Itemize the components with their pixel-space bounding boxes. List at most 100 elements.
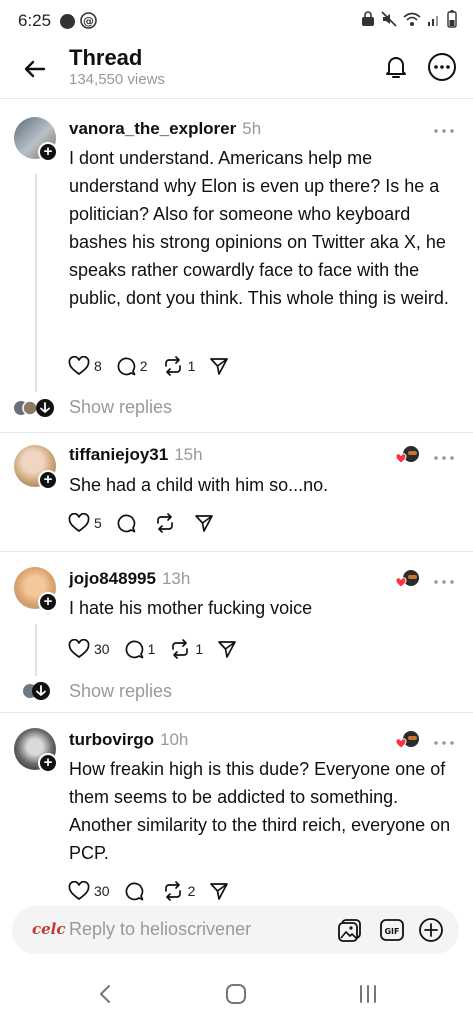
post-time: 5h xyxy=(242,119,262,138)
follow-plus-icon[interactable]: + xyxy=(38,592,58,612)
wifi-icon xyxy=(403,11,421,27)
show-replies-link[interactable]: Show replies xyxy=(69,397,172,418)
status-time: 6:25 xyxy=(18,11,52,30)
comment-icon xyxy=(125,640,143,659)
thread-post: + tiffaniejoy31 15h She had a child with … xyxy=(0,433,473,551)
liked-by-author-icon xyxy=(395,730,422,750)
comment-button[interactable]: 1 xyxy=(124,638,156,660)
lock-icon xyxy=(361,11,375,27)
post-text: I hate his mother fucking voice xyxy=(69,598,313,618)
like-count: 30 xyxy=(94,883,110,899)
repost-icon xyxy=(172,639,189,659)
send-icon xyxy=(218,641,237,658)
share-button[interactable] xyxy=(209,880,229,902)
thread-header: Thread 134,550 views xyxy=(0,40,473,98)
reply-input[interactable]: Reply to helioscrivener xyxy=(69,919,251,940)
post-more-icon[interactable] xyxy=(432,735,456,745)
battery-icon xyxy=(447,10,457,28)
notification-dot-icon xyxy=(60,14,75,29)
replies-avatars xyxy=(14,681,56,701)
repost-count: 2 xyxy=(187,883,196,899)
like-count: 8 xyxy=(94,358,102,374)
status-bar: 6:25 @ xyxy=(0,0,473,40)
thread-post: + turbovirgo 10h How freakin high is this… xyxy=(0,713,473,913)
post-text: How freakin high is this dude? Everyone … xyxy=(69,759,451,863)
repost-icon xyxy=(156,513,173,533)
back-arrow-icon[interactable] xyxy=(20,54,50,84)
image-icon[interactable] xyxy=(337,917,363,943)
post-more-icon[interactable] xyxy=(432,123,456,133)
post-actions: 5 xyxy=(68,512,228,534)
like-button[interactable]: 30 xyxy=(68,880,110,902)
like-button[interactable]: 5 xyxy=(68,512,102,534)
post-header: tiffaniejoy31 15h xyxy=(69,445,203,465)
share-button[interactable] xyxy=(209,355,229,377)
heart-icon xyxy=(68,881,90,901)
send-icon xyxy=(210,883,229,900)
view-count: 134,550 views xyxy=(69,71,165,88)
heart-icon xyxy=(68,639,90,659)
post-header: turbovirgo 10h xyxy=(69,730,188,750)
page-title: Thread xyxy=(69,45,143,70)
post-more-icon[interactable] xyxy=(432,574,456,584)
post-text: I dont understand. Americans help me und… xyxy=(69,148,449,308)
nav-back-icon[interactable] xyxy=(94,982,118,1006)
thread-post: + jojo848995 13h I hate his mother fuckin… xyxy=(0,552,473,712)
follow-plus-icon[interactable]: + xyxy=(38,753,58,773)
heart-icon xyxy=(68,513,90,533)
post-header: jojo848995 13h xyxy=(69,569,190,589)
repost-icon xyxy=(164,356,181,376)
replies-avatars xyxy=(14,398,56,418)
repost-button[interactable]: 1 xyxy=(162,355,196,377)
like-button[interactable]: 8 xyxy=(68,355,102,377)
liked-by-author-icon xyxy=(395,569,422,589)
repost-count: 1 xyxy=(187,358,196,374)
add-circle-icon[interactable] xyxy=(418,917,444,943)
post-time: 15h xyxy=(174,445,203,464)
comment-button[interactable]: 2 xyxy=(116,355,148,377)
comment-icon xyxy=(117,357,136,376)
reply-bar: celc Reply to helioscrivener GIF xyxy=(12,906,459,954)
repost-button[interactable]: 1 xyxy=(169,638,203,660)
share-button[interactable] xyxy=(194,512,214,534)
thread-line xyxy=(35,174,37,392)
send-icon xyxy=(194,515,213,532)
reply-avatar-logo: celc xyxy=(32,920,66,938)
post-header: vanora_the_explorer 5h xyxy=(69,119,261,139)
send-icon xyxy=(210,358,229,375)
username[interactable]: vanora_the_explorer xyxy=(69,119,236,138)
post-actions: 30 2 xyxy=(68,880,243,902)
like-button[interactable]: 30 xyxy=(68,638,110,660)
bell-icon[interactable] xyxy=(381,52,411,82)
status-icons xyxy=(361,10,457,28)
username[interactable]: jojo848995 xyxy=(69,569,156,588)
nav-recents-icon[interactable] xyxy=(356,982,380,1006)
more-options-icon[interactable] xyxy=(426,51,458,83)
like-count: 30 xyxy=(94,641,110,657)
svg-text:GIF: GIF xyxy=(384,927,399,936)
post-actions: 8 2 1 xyxy=(68,355,243,377)
system-nav-bar xyxy=(0,960,473,1024)
username[interactable]: turbovirgo xyxy=(69,730,154,749)
repost-button[interactable] xyxy=(154,512,180,534)
comment-button[interactable] xyxy=(124,880,148,902)
follow-plus-icon[interactable]: + xyxy=(38,142,58,162)
comment-count: 2 xyxy=(139,358,148,374)
post-more-icon[interactable] xyxy=(432,450,456,460)
thread-post: + vanora_the_explorer 5h I dont understan… xyxy=(0,99,473,432)
heart-icon xyxy=(68,356,90,376)
liked-by-author-icon xyxy=(395,445,422,465)
repost-button[interactable]: 2 xyxy=(162,880,196,902)
nav-home-icon[interactable] xyxy=(224,982,248,1006)
comment-button[interactable] xyxy=(116,512,140,534)
thread-line xyxy=(35,624,37,676)
username[interactable]: tiffaniejoy31 xyxy=(69,445,168,464)
gif-icon[interactable]: GIF xyxy=(379,917,405,943)
comment-count: 1 xyxy=(147,641,156,657)
share-button[interactable] xyxy=(217,638,237,660)
mute-icon xyxy=(381,11,397,27)
comment-icon xyxy=(117,514,136,533)
svg-text:@: @ xyxy=(83,15,94,28)
show-replies-link[interactable]: Show replies xyxy=(69,681,172,702)
follow-plus-icon[interactable]: + xyxy=(38,470,58,490)
